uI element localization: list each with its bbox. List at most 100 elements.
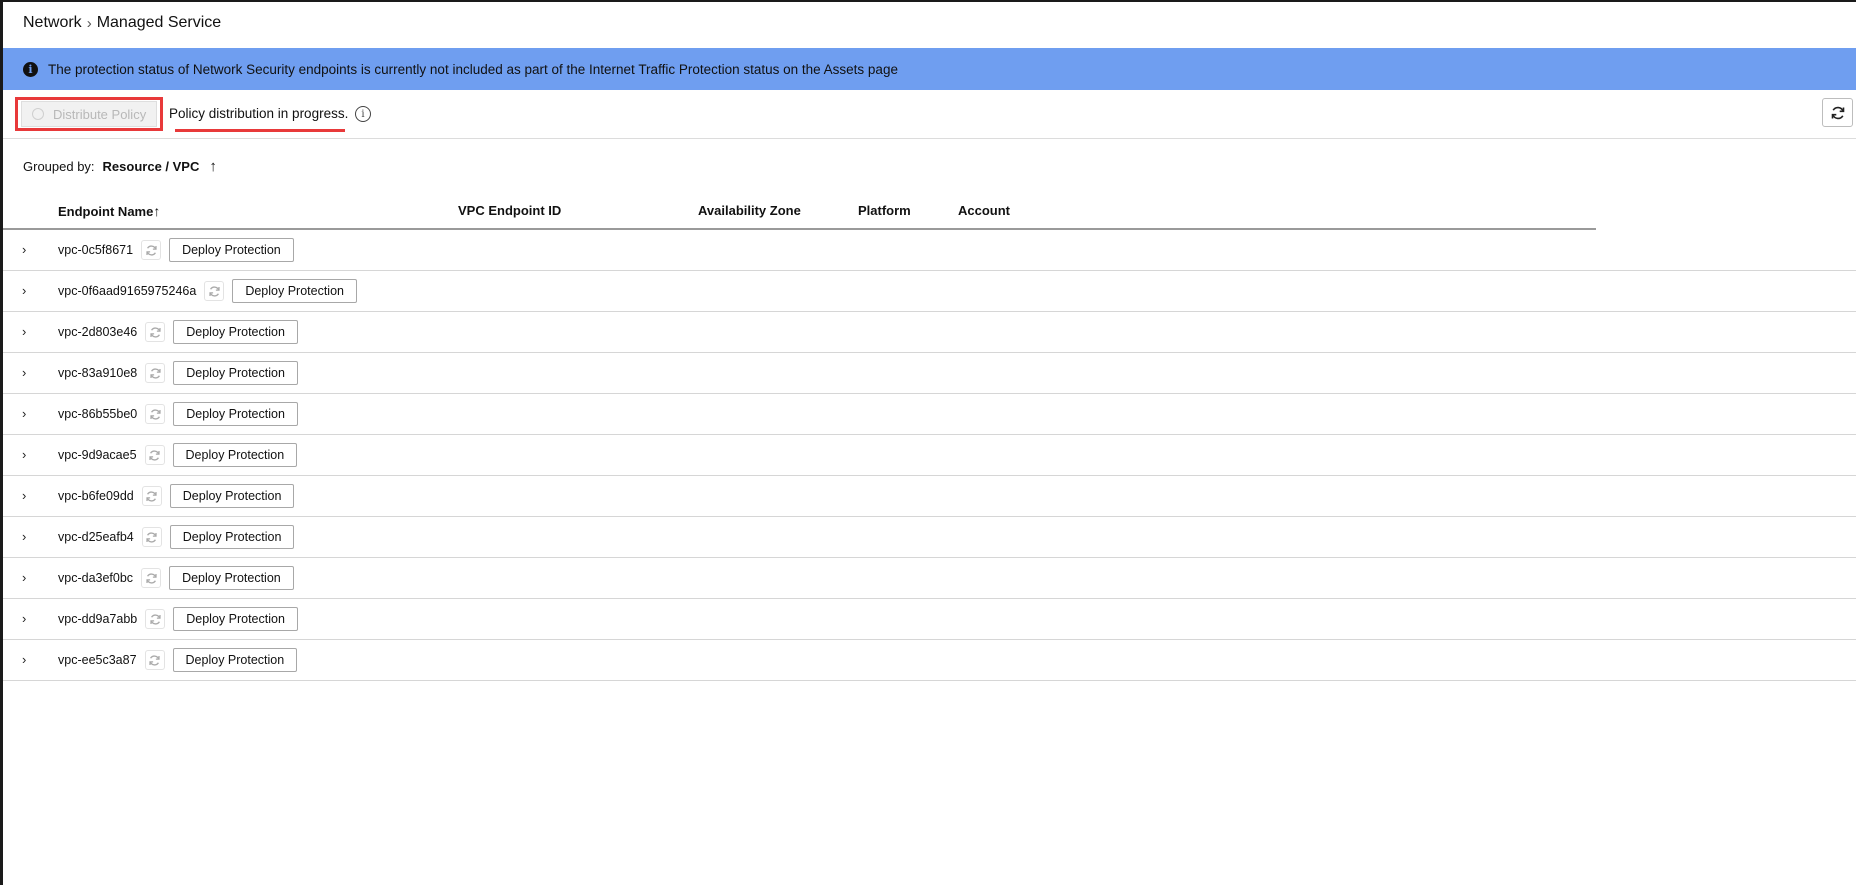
expand-chevron-icon[interactable]: › bbox=[22, 365, 26, 380]
endpoint-name: vpc-9d9acae5 bbox=[58, 448, 137, 462]
sync-status-icon[interactable] bbox=[145, 363, 166, 383]
sync-status-icon[interactable] bbox=[204, 281, 225, 301]
table-row: › vpc-ee5c3a87 Deploy Protection bbox=[3, 640, 1856, 681]
sync-status-icon[interactable] bbox=[141, 240, 162, 260]
expand-chevron-icon[interactable]: › bbox=[22, 283, 26, 298]
table-row: › vpc-9d9acae5 Deploy Protection bbox=[3, 435, 1856, 476]
grouped-by-label: Grouped by: bbox=[23, 159, 95, 174]
table-header: Endpoint Name↑ VPC Endpoint ID Availabil… bbox=[3, 196, 1596, 230]
endpoint-name: vpc-0f6aad9165975246a bbox=[58, 284, 197, 298]
endpoint-cell: vpc-0f6aad9165975246a Deploy Protection bbox=[58, 271, 357, 311]
policy-progress-text: Policy distribution in progress. bbox=[169, 106, 349, 121]
column-vpc-endpoint-id[interactable]: VPC Endpoint ID bbox=[458, 203, 561, 218]
table-row: › vpc-da3ef0bc Deploy Protection bbox=[3, 558, 1856, 599]
deploy-protection-button[interactable]: Deploy Protection bbox=[169, 525, 295, 549]
breadcrumb: Network › Managed Service bbox=[23, 14, 221, 32]
grouped-by-value[interactable]: Resource / VPC bbox=[103, 159, 200, 174]
sync-icon-glyph bbox=[145, 572, 157, 584]
grouping-control: Grouped by: Resource / VPC ↑ bbox=[23, 158, 217, 175]
expand-chevron-icon[interactable]: › bbox=[22, 242, 26, 257]
sync-icon-glyph bbox=[145, 244, 157, 256]
table-row: › vpc-0f6aad9165975246a Deploy Protection bbox=[3, 271, 1856, 312]
table-row: › vpc-83a910e8 Deploy Protection bbox=[3, 353, 1856, 394]
table-row: › vpc-0c5f8671 Deploy Protection bbox=[3, 230, 1856, 271]
endpoint-cell: vpc-86b55be0 Deploy Protection bbox=[58, 394, 298, 434]
banner-text: The protection status of Network Securit… bbox=[48, 61, 898, 77]
deploy-protection-button[interactable]: Deploy Protection bbox=[232, 279, 357, 303]
sync-status-icon[interactable] bbox=[145, 404, 166, 424]
deploy-protection-button[interactable]: Deploy Protection bbox=[172, 443, 298, 467]
sync-status-icon[interactable] bbox=[141, 568, 162, 588]
column-account[interactable]: Account bbox=[958, 203, 1010, 218]
sync-icon-glyph bbox=[150, 408, 161, 420]
info-banner: i The protection status of Network Secur… bbox=[3, 48, 1856, 90]
endpoint-cell: vpc-9d9acae5 Deploy Protection bbox=[58, 435, 298, 475]
expand-chevron-icon[interactable]: › bbox=[22, 324, 26, 339]
expand-chevron-icon[interactable]: › bbox=[22, 611, 26, 626]
column-endpoint-name[interactable]: Endpoint Name↑ bbox=[58, 203, 160, 219]
table-row: › vpc-dd9a7abb Deploy Protection bbox=[3, 599, 1856, 640]
expand-chevron-icon[interactable]: › bbox=[22, 406, 26, 421]
sync-icon-glyph bbox=[150, 326, 161, 338]
group-sort-arrow-icon[interactable]: ↑ bbox=[209, 158, 217, 175]
expand-chevron-icon[interactable]: › bbox=[22, 447, 26, 462]
deploy-protection-button[interactable]: Deploy Protection bbox=[172, 648, 298, 672]
sync-status-icon[interactable] bbox=[145, 609, 166, 629]
sync-icon-glyph bbox=[146, 531, 157, 543]
table-row: › vpc-86b55be0 Deploy Protection bbox=[3, 394, 1856, 435]
table-row: › vpc-2d803e46 Deploy Protection bbox=[3, 312, 1856, 353]
sync-status-icon[interactable] bbox=[144, 650, 165, 670]
sync-status-icon[interactable] bbox=[145, 322, 166, 342]
sync-icon-glyph bbox=[150, 613, 161, 625]
column-platform[interactable]: Platform bbox=[858, 203, 911, 218]
endpoint-name: vpc-da3ef0bc bbox=[58, 571, 134, 585]
endpoint-name: vpc-d25eafb4 bbox=[58, 530, 134, 544]
endpoint-table-body: › vpc-0c5f8671 Deploy Protection › vpc-0f6aa… bbox=[3, 230, 1856, 681]
sync-icon-glyph bbox=[146, 490, 157, 502]
info-icon: i bbox=[23, 61, 38, 77]
endpoint-cell: vpc-2d803e46 Deploy Protection bbox=[58, 312, 298, 352]
sync-status-icon[interactable] bbox=[141, 527, 162, 547]
endpoint-name: vpc-ee5c3a87 bbox=[58, 653, 137, 667]
breadcrumb-network[interactable]: Network bbox=[23, 14, 82, 32]
deploy-protection-button[interactable]: Deploy Protection bbox=[169, 566, 294, 590]
endpoint-name: vpc-86b55be0 bbox=[58, 407, 138, 421]
endpoint-cell: vpc-d25eafb4 Deploy Protection bbox=[58, 517, 295, 557]
endpoint-name: vpc-0c5f8671 bbox=[58, 243, 134, 257]
sync-status-icon[interactable] bbox=[144, 445, 165, 465]
expand-chevron-icon[interactable]: › bbox=[22, 529, 26, 544]
deploy-protection-button[interactable]: Deploy Protection bbox=[173, 402, 298, 426]
sync-icon-glyph bbox=[150, 367, 161, 379]
endpoint-cell: vpc-b6fe09dd Deploy Protection bbox=[58, 476, 295, 516]
loading-spinner-icon bbox=[32, 108, 44, 120]
sync-icon-glyph bbox=[209, 285, 220, 297]
sync-status-icon[interactable] bbox=[141, 486, 162, 506]
distribute-policy-label: Distribute Policy bbox=[53, 106, 147, 122]
toolbar: Distribute Policy Policy distribution in… bbox=[3, 90, 1856, 139]
endpoint-cell: vpc-da3ef0bc Deploy Protection bbox=[58, 558, 294, 598]
endpoint-cell: vpc-83a910e8 Deploy Protection bbox=[58, 353, 298, 393]
sync-icon-glyph bbox=[149, 654, 160, 666]
endpoint-name: vpc-dd9a7abb bbox=[58, 612, 138, 626]
deploy-protection-button[interactable]: Deploy Protection bbox=[173, 607, 298, 631]
expand-chevron-icon[interactable]: › bbox=[22, 488, 26, 503]
expand-chevron-icon[interactable]: › bbox=[22, 652, 26, 667]
column-availability-zone[interactable]: Availability Zone bbox=[698, 203, 801, 218]
deploy-protection-button[interactable]: Deploy Protection bbox=[169, 484, 295, 508]
column-endpoint-name-label: Endpoint Name bbox=[58, 204, 154, 219]
endpoint-cell: vpc-dd9a7abb Deploy Protection bbox=[58, 599, 298, 639]
sort-arrow-icon: ↑ bbox=[153, 203, 161, 219]
expand-chevron-icon[interactable]: › bbox=[22, 570, 26, 585]
distribute-policy-button[interactable]: Distribute Policy bbox=[21, 101, 157, 127]
deploy-protection-button[interactable]: Deploy Protection bbox=[173, 320, 298, 344]
endpoint-cell: vpc-ee5c3a87 Deploy Protection bbox=[58, 640, 298, 680]
refresh-button[interactable] bbox=[1822, 98, 1853, 127]
deploy-protection-button[interactable]: Deploy Protection bbox=[173, 361, 298, 385]
table-row: › vpc-d25eafb4 Deploy Protection bbox=[3, 517, 1856, 558]
progress-text-highlight bbox=[175, 129, 345, 132]
refresh-icon bbox=[1831, 106, 1844, 119]
deploy-protection-button[interactable]: Deploy Protection bbox=[169, 238, 294, 262]
breadcrumb-current: Managed Service bbox=[96, 14, 222, 31]
progress-info-icon[interactable]: i bbox=[355, 106, 371, 122]
table-row: › vpc-b6fe09dd Deploy Protection bbox=[3, 476, 1856, 517]
